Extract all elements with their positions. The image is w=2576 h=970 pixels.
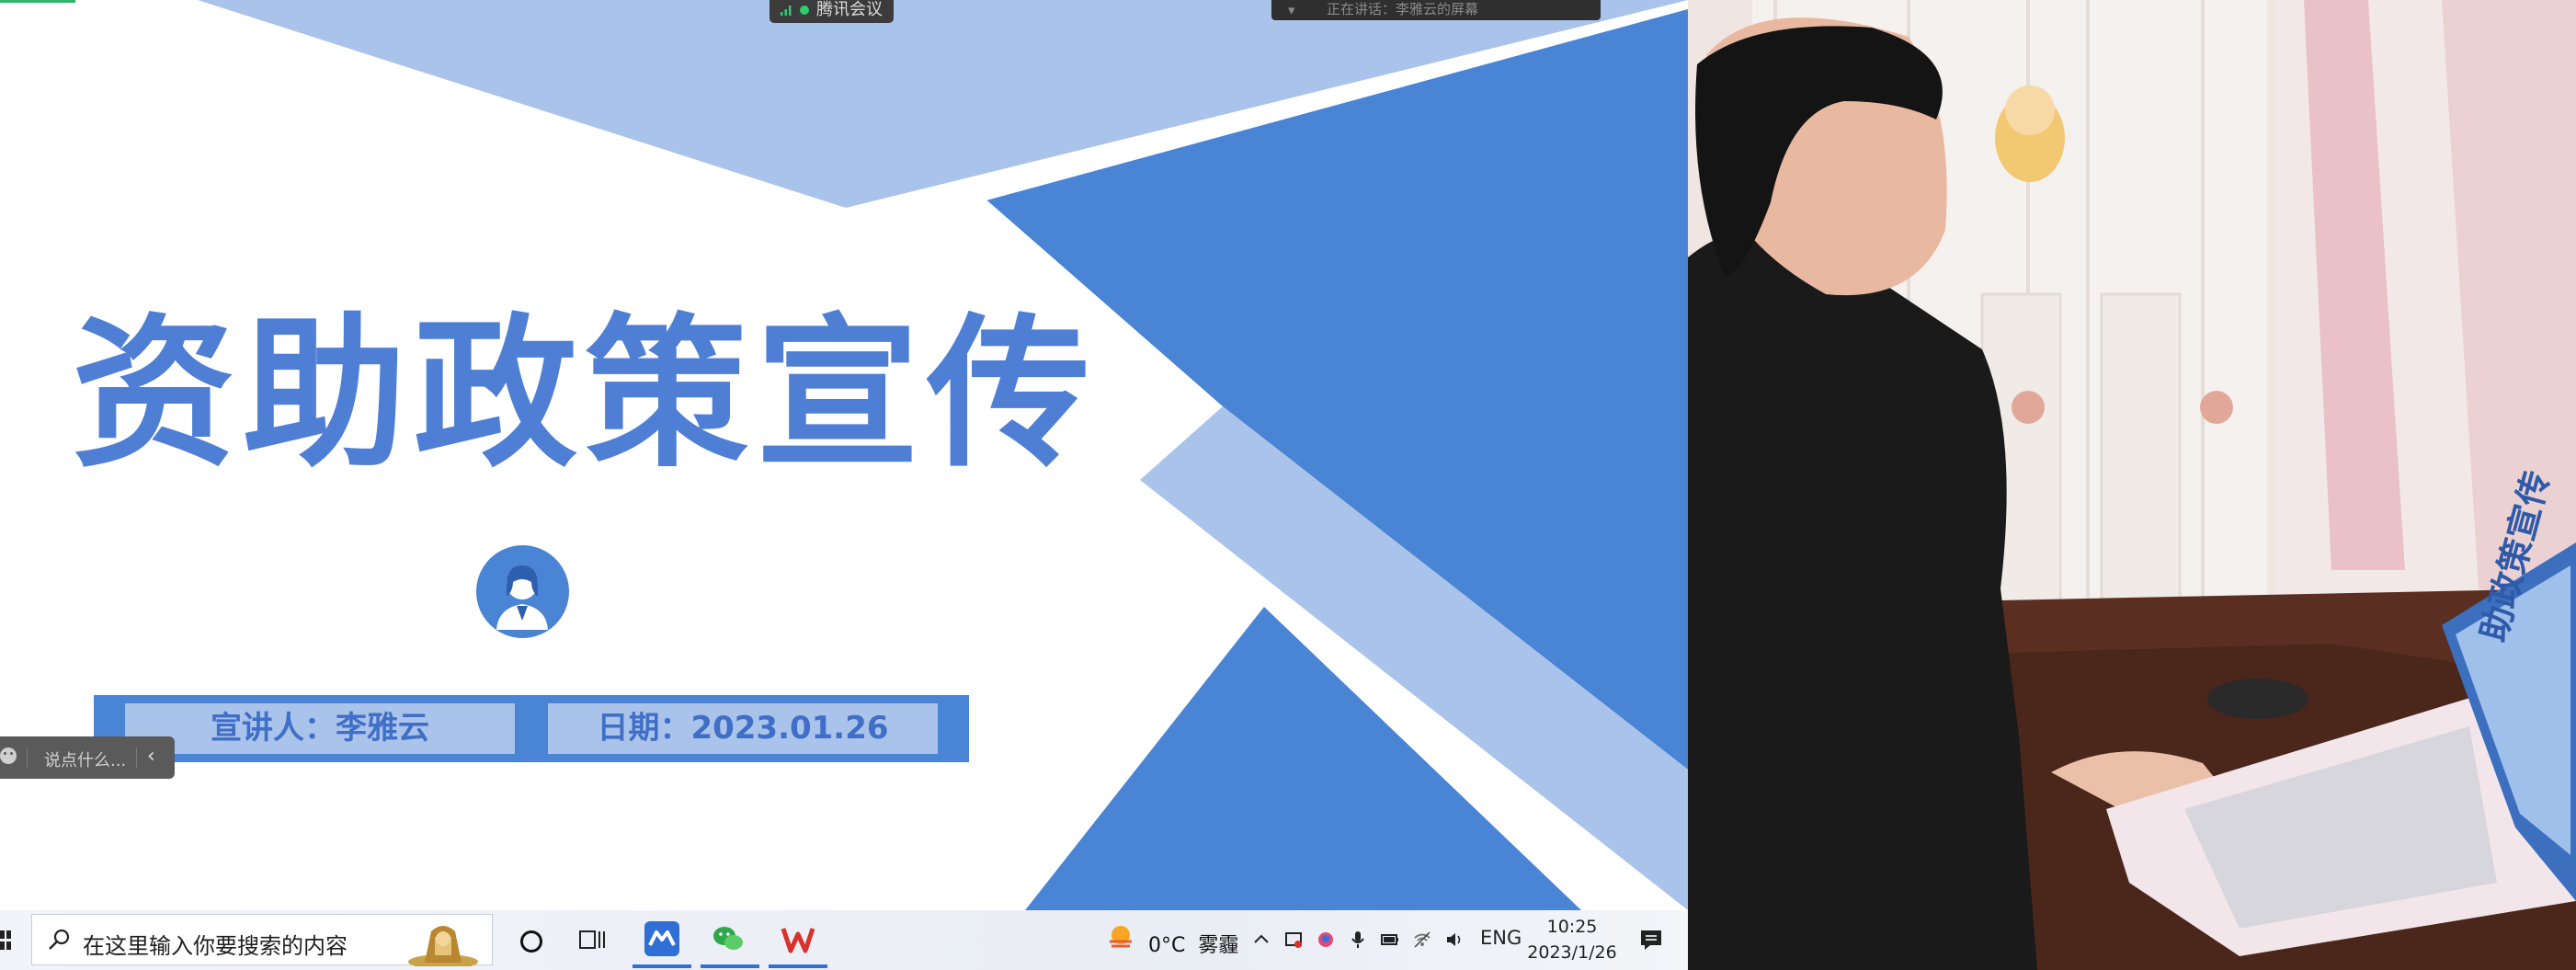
participant-video: 助政策宣传 <box>1688 0 2576 970</box>
system-icon[interactable] <box>1284 930 1303 949</box>
chevron-left-icon[interactable]: ‹ <box>147 745 155 768</box>
slide-title: 资助政策宣传 <box>72 299 1098 489</box>
presenter-name: 宣讲人：李雅云 <box>125 703 515 754</box>
active-app-indicator <box>701 964 759 968</box>
screen-share-label: 正在讲话：李雅云的屏幕 <box>1327 1 1479 17</box>
app-tray-icon[interactable] <box>1316 930 1335 949</box>
clock-time: 10:25 <box>1546 917 1598 937</box>
weather-condition: 雾霾 <box>1198 934 1239 957</box>
battery-icon[interactable] <box>1381 930 1399 949</box>
presenter-avatar-icon <box>476 545 569 638</box>
divider <box>136 747 137 768</box>
windows-taskbar: 在这里输入你要搜索的内容 0°C 雾霾 ENG 10:25 2023/1/26 <box>0 910 1688 970</box>
active-app-indicator <box>769 964 827 968</box>
clock-date: 2023/1/26 <box>1527 942 1617 963</box>
wifi-icon[interactable] <box>1413 930 1431 949</box>
chat-input[interactable]: 说点什么... <box>44 747 126 771</box>
notification-center-icon[interactable] <box>1639 929 1663 951</box>
shared-slide: 资助政策宣传 宣讲人：李雅云 日期：2023.01.26 腾讯会议 ▾ 正在讲话… <box>0 0 1688 910</box>
signal-icon <box>781 6 792 16</box>
taskbar-search-box[interactable]: 在这里输入你要搜索的内容 <box>31 914 493 966</box>
pin-icon: ▾ <box>1288 2 1295 18</box>
microphone-icon[interactable] <box>1349 930 1367 949</box>
presentation-date: 日期：2023.01.26 <box>548 703 938 754</box>
input-language[interactable]: ENG <box>1480 927 1522 949</box>
corner-indicator <box>0 0 75 3</box>
divider <box>27 747 28 768</box>
cortana-icon[interactable] <box>520 930 542 953</box>
windows-start-icon[interactable] <box>0 930 11 951</box>
weather-haze-icon <box>1110 926 1132 948</box>
meeting-app-label: 腾讯会议 <box>816 0 883 19</box>
system-clock[interactable]: 10:25 2023/1/26 <box>1522 914 1623 965</box>
chevron-up-icon[interactable] <box>1252 930 1271 949</box>
chat-input-bar[interactable]: 说点什么... ‹ <box>0 736 175 779</box>
search-placeholder: 在这里输入你要搜索的内容 <box>83 933 348 959</box>
weather-text: 0°C 雾霾 <box>1148 929 1238 958</box>
emoji-icon[interactable] <box>0 747 17 764</box>
live-dot-icon <box>800 6 809 15</box>
search-highlight-art <box>408 926 478 966</box>
search-icon <box>49 929 70 950</box>
screen-share-bar[interactable]: ▾ 正在讲话：李雅云的屏幕 <box>1271 0 1601 20</box>
volume-icon[interactable] <box>1445 930 1464 949</box>
weather-temp: 0°C <box>1148 934 1186 957</box>
presenter-info-bar: 宣讲人：李雅云 日期：2023.01.26 <box>94 695 969 762</box>
wechat-app-icon[interactable] <box>711 921 746 956</box>
participant-video-feed: 助政策宣传 <box>1688 0 2576 970</box>
task-view-icon[interactable] <box>579 929 607 951</box>
meeting-status-badge[interactable]: 腾讯会议 <box>769 0 894 23</box>
active-app-indicator <box>633 964 691 968</box>
wps-app-icon[interactable] <box>781 921 815 956</box>
meeting-app-icon[interactable] <box>644 921 679 956</box>
